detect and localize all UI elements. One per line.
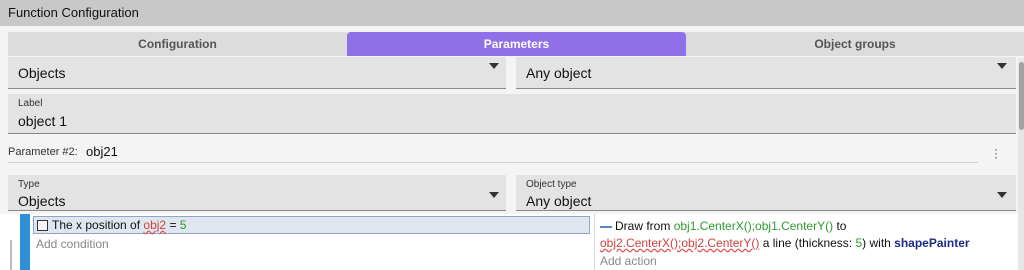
- param2-type-select[interactable]: Type Objects: [8, 175, 506, 211]
- condition-checkbox[interactable]: [37, 220, 48, 231]
- dialog-title: Function Configuration: [8, 5, 139, 20]
- condition-object: obj2: [143, 218, 167, 232]
- chevron-down-icon: [997, 63, 1007, 69]
- param1-object-type-select[interactable]: Any object: [516, 57, 1016, 89]
- chevron-down-icon: [489, 63, 499, 69]
- condition-row[interactable]: The x position of obj2 = 5: [33, 216, 590, 234]
- param2-object-type-caption: Object type: [526, 179, 577, 190]
- param2-more-icon[interactable]: · · ·: [994, 143, 998, 163]
- param2-type-caption: Type: [18, 179, 40, 190]
- action-with-word: ) with: [862, 236, 891, 250]
- param1-label-field[interactable]: Label object 1: [8, 94, 1016, 134]
- event-sheet-preview: The x position of obj2 = 5 Add condition…: [0, 214, 1018, 270]
- add-action-button[interactable]: Add action: [600, 254, 657, 268]
- action-marker-icon: [600, 225, 612, 228]
- condition-text: The x position of obj2 = 5: [52, 218, 186, 232]
- add-condition-button[interactable]: Add condition: [36, 237, 109, 251]
- condition-prefix: The x position of: [52, 218, 141, 232]
- param2-object-type-value: Any object: [526, 193, 592, 209]
- param2-name-field[interactable]: Parameter #2: obj21: [8, 143, 978, 163]
- param1-object-type-value: Any object: [526, 65, 592, 81]
- tab-parameters[interactable]: Parameters: [347, 32, 686, 56]
- param2-caption: Parameter #2:: [8, 146, 78, 158]
- param2-name-value: obj21: [86, 144, 118, 159]
- events-divider: [594, 214, 595, 270]
- param1-type-select[interactable]: Objects: [8, 57, 506, 89]
- tab-object-groups[interactable]: Object groups: [686, 32, 1024, 56]
- action-to: obj2.CenterX();obj2.CenterY(): [600, 236, 760, 250]
- action-object: shapePainter: [894, 236, 970, 250]
- action-row[interactable]: Draw from obj1.CenterX();obj1.CenterY() …: [600, 218, 1014, 252]
- chevron-down-icon: [489, 192, 499, 198]
- event-tree-line: [10, 240, 12, 270]
- condition-value: 5: [179, 218, 187, 232]
- param1-type-value: Objects: [18, 65, 66, 81]
- event-drag-handle[interactable]: [20, 214, 30, 270]
- param1-label-value: object 1: [18, 113, 68, 129]
- chevron-down-icon: [997, 192, 1007, 198]
- action-middle: a line (thickness:: [762, 236, 853, 250]
- action-from: obj1.CenterX();obj1.CenterY(): [673, 219, 834, 233]
- action-prefix: Draw from: [615, 219, 671, 233]
- scrollbar-thumb[interactable]: [1019, 62, 1024, 130]
- param2-object-type-select[interactable]: Object type Any object: [516, 175, 1016, 211]
- dialog-titlebar: Function Configuration: [0, 0, 1024, 26]
- condition-operator: =: [169, 218, 177, 232]
- action-to-word: to: [836, 219, 847, 233]
- tab-bar: Configuration Parameters Object groups: [8, 32, 1024, 56]
- param2-type-value: Objects: [18, 193, 66, 209]
- param1-label-caption: Label: [18, 98, 43, 109]
- tab-configuration[interactable]: Configuration: [8, 32, 347, 56]
